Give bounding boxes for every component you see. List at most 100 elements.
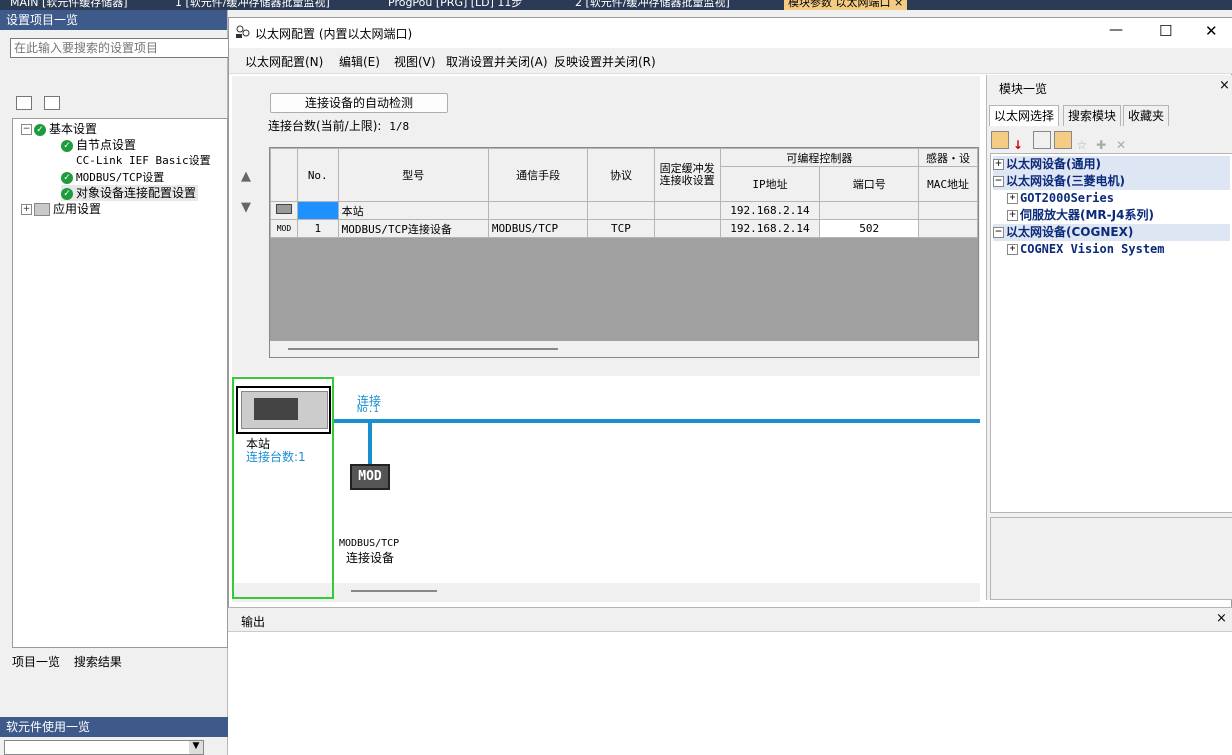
cell-comm[interactable]: MODBUS/TCP [487,219,589,238]
cell-mac[interactable] [918,201,978,220]
expand-icon[interactable]: + [21,204,32,215]
cell-protocol[interactable] [587,201,655,220]
tab-main[interactable]: MAIN [软元件缓存储器] [10,0,128,10]
tree-item-app[interactable]: + 应用设置 [21,201,101,217]
collapse-icon[interactable]: − [21,124,32,135]
table-row-host[interactable]: 本站 192.168.2.14 [270,201,978,220]
cell-mac[interactable] [918,219,978,238]
cell-no[interactable]: 1 [296,219,339,238]
cell-port[interactable]: 502 [819,219,920,238]
module-list-close-icon[interactable]: × [1219,78,1230,93]
scroll-thumb[interactable] [288,348,558,350]
tree-item-cclink[interactable]: CC-Link IEF Basic设置 [76,153,211,169]
tree-item-label: 应用设置 [53,202,102,216]
output-title: 输出 [241,615,266,629]
module-item-servo[interactable]: + 伺服放大器(MR-J4系列) [1007,207,1154,224]
add-favorite-icon[interactable]: ✚ [1096,138,1112,154]
module-item-label: 以太网设备(三菱电机) [1006,174,1125,188]
maximize-button[interactable]: ☐ [1159,22,1172,40]
cell-comm[interactable] [487,201,589,220]
minimize-button[interactable]: — [1109,22,1123,38]
cell-model[interactable]: MODBUS/TCP连接设备 [337,219,489,238]
menu-view[interactable]: 视图(V) [394,53,436,70]
module-toolbar: ↓ ☆ ✚ ✕ [991,131,1231,154]
module-item-label: 以太网设备(通用) [1006,157,1101,171]
dropdown-icon[interactable]: ▼ [189,741,203,754]
close-button[interactable]: ✕ [1205,22,1218,40]
expand-icon[interactable] [1032,131,1051,149]
module-item-generic[interactable]: + 以太网设备(通用) [993,156,1230,173]
expand-icon[interactable]: + [993,159,1004,170]
window-titlebar[interactable]: 以太网配置 (内置以太网端口) — ☐ ✕ [229,18,1232,48]
ethernet-bus-line [334,419,980,423]
menu-ethernet-config[interactable]: 以太网配置(N) [245,53,323,70]
tab-device-monitor-1[interactable]: 1 [软元件/缓冲存储器批量监视] [175,0,330,10]
module-item-cognex[interactable]: − 以太网设备(COGNEX) [993,224,1230,241]
menu-apply-close[interactable]: 反映设置并关闭(R) [554,53,656,70]
tab-search-results[interactable]: 搜索结果 [74,655,122,669]
softdev-select[interactable]: ▼ [4,740,204,755]
star-icon[interactable]: ☆ [1076,138,1092,154]
cell-port[interactable] [819,201,920,220]
connection-count: 连接台数(当前/上限): 1/8 [268,117,409,134]
cell-fixed[interactable] [653,219,721,238]
mod-device-node[interactable]: MOD [350,464,390,490]
sort-icon[interactable] [43,96,60,110]
menu-edit[interactable]: 编辑(E) [339,53,380,70]
collapse-icon[interactable] [1054,131,1073,149]
device-label-2: 连接设备 [346,551,395,565]
expand-icon[interactable]: + [1007,244,1018,255]
setting-items-panel: 设置项目一览 −✓基本设置 ✓自节点设置 CC-Link IEF Basic设置… [0,10,230,755]
tree-item-label: 基本设置 [49,122,98,136]
tab-project-list[interactable]: 项目一览 [12,655,60,669]
cell-no[interactable] [296,201,339,220]
expand-icon[interactable]: + [1007,210,1018,221]
collapse-icon[interactable]: − [993,176,1004,187]
module-item-mitsubishi[interactable]: − 以太网设备(三菱电机) [993,173,1230,190]
tree-item-modbus[interactable]: ✓ MODBUS/TCP设置 [61,169,164,185]
move-down-button[interactable]: ▼ [238,200,254,218]
cell-fixed[interactable] [653,201,721,220]
col-protocol: 协议 [587,148,655,202]
sort-az-icon[interactable]: ↓ [1013,138,1029,154]
window-app-icon [235,25,251,39]
menu-cancel-close[interactable]: 取消设置并关闭(A) [446,53,548,70]
tree-item-target-device[interactable]: ✓ 对象设备连接配置设置 [61,185,199,201]
diagram-scroll-thumb[interactable] [351,590,437,592]
collapse-icon[interactable]: − [993,227,1004,238]
tab-ethernet-select[interactable]: 以太网选择 [989,105,1060,126]
output-close-icon[interactable]: × [1216,611,1227,626]
module-item-cognex-vision[interactable]: + COGNEX Vision System [1007,241,1165,258]
move-up-button[interactable]: ▲ [238,169,254,187]
module-item-got2000[interactable]: + GOT2000Series [1007,190,1114,207]
mod-device-icon: MOD [270,219,298,238]
cell-model[interactable]: 本站 [337,201,489,220]
tab-favorites[interactable]: 收藏夹 [1123,105,1170,126]
tab-progpou[interactable]: ProgPou [PRG] [LD] 11步 [388,0,522,10]
tab-device-monitor-2[interactable]: 2 [软元件/缓冲存储器批量监视] [575,0,730,10]
host-station-icon[interactable] [236,386,331,434]
autodetect-button[interactable]: 连接设备的自动检测 [270,93,448,113]
search-input[interactable] [10,38,230,58]
table-hscrollbar[interactable] [270,341,978,357]
col-ip: IP地址 [719,166,821,202]
tree-item-label: MODBUS/TCP设置 [76,171,165,184]
module-item-label: 伺服放大器(MR-J4系列) [1020,208,1154,222]
tab-module-param[interactable]: 模块参数 以太网端口 × [784,0,908,10]
cell-ip[interactable]: 192.168.2.14 [719,201,821,220]
delete-icon[interactable]: ✕ [1116,138,1132,154]
cell-protocol[interactable]: TCP [587,219,655,238]
module-info-pane [990,517,1232,600]
setting-items-title: 设置项目一览 [0,10,227,30]
tree-item-basic[interactable]: − ✓ 基本设置 [21,121,97,137]
tree-item-own-node[interactable]: ✓ 自节点设置 [61,137,136,153]
expand-all-icon[interactable] [16,96,32,110]
expand-icon[interactable]: + [1007,193,1018,204]
cell-ip[interactable]: 192.168.2.14 [719,219,821,238]
table-row-device[interactable]: MOD 1 MODBUS/TCP连接设备 MODBUS/TCP TCP 192.… [270,219,978,238]
sort-category-icon[interactable] [991,131,1009,149]
check-icon: ✓ [61,171,73,184]
tab-search-module[interactable]: 搜索模块 [1063,105,1122,126]
tree-item-label: 对象设备连接配置设置 [76,186,197,200]
tab-close-icon[interactable]: × [894,0,903,9]
